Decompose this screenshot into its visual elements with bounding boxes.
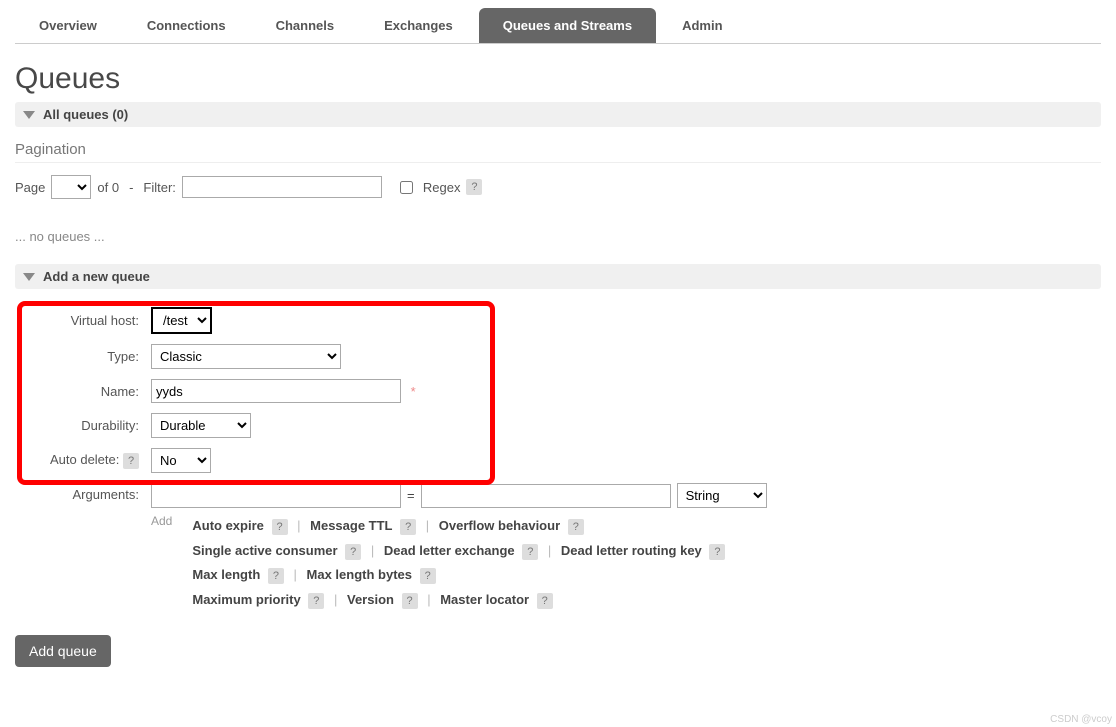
- help-icon[interactable]: ?: [345, 544, 361, 560]
- page-label: Page: [15, 180, 45, 195]
- vhost-label: Virtual host:: [15, 305, 145, 336]
- help-icon[interactable]: ?: [400, 519, 416, 535]
- chevron-down-icon: [23, 111, 35, 119]
- shortcut-single-active[interactable]: Single active consumer: [192, 543, 337, 558]
- shortcut-overflow[interactable]: Overflow behaviour: [439, 518, 560, 533]
- type-label: Type:: [15, 342, 145, 371]
- pagination-row: Page of 0 - Filter: Regex ?: [15, 175, 1101, 199]
- vhost-select[interactable]: /test: [151, 307, 212, 334]
- help-icon[interactable]: ?: [272, 519, 288, 535]
- page-of: of 0: [97, 180, 119, 195]
- tab-queues[interactable]: Queues and Streams: [479, 8, 656, 43]
- pagination-heading: Pagination: [15, 133, 1101, 163]
- tab-exchanges[interactable]: Exchanges: [360, 8, 477, 43]
- shortcut-max-priority[interactable]: Maximum priority: [192, 592, 300, 607]
- help-icon[interactable]: ?: [420, 568, 436, 584]
- argument-shortcuts: Auto expire ? | Message TTL ? | Overflow…: [192, 514, 725, 613]
- watermark: CSDN @vcoy: [1050, 714, 1112, 725]
- main-tabs: Overview Connections Channels Exchanges …: [15, 8, 1101, 44]
- shortcut-max-length-bytes[interactable]: Max length bytes: [307, 567, 412, 582]
- help-icon[interactable]: ?: [522, 544, 538, 560]
- add-queue-button[interactable]: Add queue: [15, 635, 111, 667]
- autodelete-label: Auto delete: ?: [15, 446, 145, 475]
- durability-label: Durability:: [15, 411, 145, 440]
- page-dash: -: [129, 180, 133, 195]
- filter-input[interactable]: [182, 176, 382, 198]
- add-queue-form: Virtual host: /test Type: Classic Name: …: [15, 295, 1101, 671]
- tab-channels[interactable]: Channels: [252, 8, 359, 43]
- type-select[interactable]: Classic: [151, 344, 341, 369]
- shortcut-auto-expire[interactable]: Auto expire: [192, 518, 264, 533]
- regex-label: Regex: [423, 180, 461, 195]
- page-title: Queues: [15, 62, 1101, 96]
- section-all-queues[interactable]: All queues (0): [15, 102, 1101, 127]
- section-add-queue[interactable]: Add a new queue: [15, 264, 1101, 289]
- shortcut-message-ttl[interactable]: Message TTL: [310, 518, 392, 533]
- arg-key-input[interactable]: [151, 484, 401, 508]
- help-icon[interactable]: ?: [402, 593, 418, 609]
- name-label: Name:: [15, 377, 145, 405]
- help-icon[interactable]: ?: [568, 519, 584, 535]
- no-queues-text: ... no queues ...: [15, 229, 1101, 244]
- tab-overview[interactable]: Overview: [15, 8, 121, 43]
- section-all-queues-title: All queues (0): [43, 107, 128, 122]
- equals-sign: =: [407, 488, 415, 503]
- help-icon[interactable]: ?: [537, 593, 553, 609]
- tab-admin[interactable]: Admin: [658, 8, 746, 43]
- help-icon[interactable]: ?: [709, 544, 725, 560]
- shortcut-master-locator[interactable]: Master locator: [440, 592, 529, 607]
- autodelete-help-icon[interactable]: ?: [123, 453, 139, 469]
- section-add-queue-title: Add a new queue: [43, 269, 150, 284]
- shortcut-dlx[interactable]: Dead letter exchange: [384, 543, 515, 558]
- required-marker: *: [411, 384, 416, 399]
- filter-label: Filter:: [143, 180, 176, 195]
- help-icon[interactable]: ?: [268, 568, 284, 584]
- arg-add-hint: Add: [151, 514, 172, 528]
- name-input[interactable]: [151, 379, 401, 403]
- durability-select[interactable]: Durable: [151, 413, 251, 438]
- tab-connections[interactable]: Connections: [123, 8, 250, 43]
- shortcut-max-length[interactable]: Max length: [192, 567, 260, 582]
- arg-type-select[interactable]: String: [677, 483, 767, 508]
- arg-value-input[interactable]: [421, 484, 671, 508]
- help-icon[interactable]: ?: [308, 593, 324, 609]
- regex-checkbox[interactable]: [400, 181, 413, 194]
- shortcut-dlrk[interactable]: Dead letter routing key: [561, 543, 702, 558]
- shortcut-version[interactable]: Version: [347, 592, 394, 607]
- page-select[interactable]: [51, 175, 91, 199]
- arguments-label: Arguments:: [15, 481, 145, 615]
- autodelete-select[interactable]: No: [151, 448, 211, 473]
- regex-help-icon[interactable]: ?: [466, 179, 482, 195]
- chevron-down-icon: [23, 273, 35, 281]
